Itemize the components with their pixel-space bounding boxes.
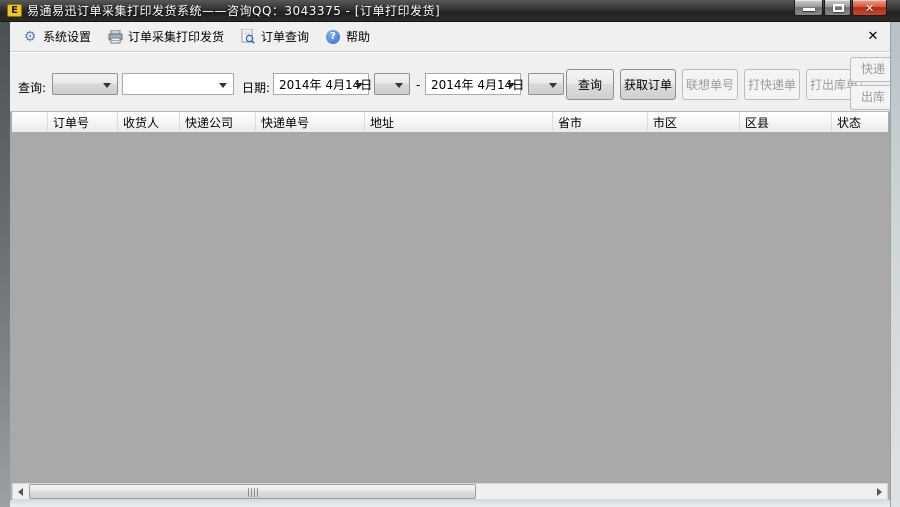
column-header[interactable]: 订单号 [48, 112, 118, 132]
express-side-button[interactable]: 快递 [850, 57, 890, 82]
window-controls: ✕ [793, 0, 887, 16]
arrow-right-icon [877, 488, 882, 496]
maximize-icon [833, 4, 844, 12]
table-header: 订单号 收货人 快递公司 快递单号 地址 省市 市区 区县 状态 [12, 112, 888, 132]
mdi-close-button[interactable]: ✕ [864, 28, 882, 46]
window-border-right [890, 22, 900, 507]
associate-number-button[interactable]: 联想单号 [682, 69, 738, 100]
client-area: ⚙ 系统设置 订单采集打印发货 订单查询 ? 帮助 ✕ 查询: 日期: 2014… [10, 22, 890, 500]
menu-item-order-collect-print-ship[interactable]: 订单采集打印发货 [101, 24, 234, 49]
query-label: 查询: [18, 81, 47, 95]
column-header[interactable]: 地址 [365, 112, 553, 132]
title-bar: E 易通易迅订单采集打印发货系统——咨询QQ：3043375 - [订单打印发货… [0, 0, 900, 22]
search-button[interactable]: 查询 [566, 69, 614, 100]
date-label: 日期: [242, 81, 271, 95]
column-header[interactable]: 快递单号 [256, 112, 365, 132]
query-type-dropdown[interactable] [52, 73, 118, 95]
chevron-down-icon [549, 83, 557, 88]
column-header[interactable]: 收货人 [118, 112, 180, 132]
scroll-right-button[interactable] [871, 484, 887, 499]
column-header[interactable]: 市区 [648, 112, 740, 132]
chevron-down-icon [395, 83, 403, 88]
chevron-down-icon [103, 83, 111, 88]
menu-item-label: 帮助 [346, 30, 371, 44]
menu-bar: ⚙ 系统设置 订单采集打印发货 订单查询 ? 帮助 ✕ [10, 22, 890, 52]
time-from-dropdown[interactable] [374, 73, 410, 95]
fetch-orders-button[interactable]: 获取订单 [620, 69, 676, 100]
maximize-button[interactable] [824, 0, 851, 16]
minimize-button[interactable] [794, 0, 823, 16]
column-header[interactable] [12, 112, 48, 132]
help-icon: ? [326, 29, 341, 44]
date-from-picker[interactable]: 2014年 4月14日 [273, 73, 372, 95]
arrow-left-icon [18, 488, 23, 496]
menu-item-system-settings[interactable]: ⚙ 系统设置 [16, 24, 101, 49]
column-header[interactable]: 快递公司 [180, 112, 256, 132]
side-buttons: 快递 出库 [850, 57, 890, 111]
scrollbar-track[interactable] [29, 484, 871, 499]
time-to-dropdown[interactable] [528, 73, 564, 95]
window-border-left [0, 22, 10, 507]
minimize-icon [803, 8, 815, 11]
menu-item-label: 订单采集打印发货 [128, 30, 225, 44]
app-window: E 易通易迅订单采集打印发货系统——咨询QQ：3043375 - [订单打印发货… [0, 0, 900, 507]
chevron-down-icon [507, 83, 515, 88]
window-border-bottom [10, 500, 890, 507]
search-document-icon [240, 29, 256, 45]
scrollbar-thumb[interactable] [29, 484, 476, 499]
range-separator: - [416, 78, 421, 92]
order-grid-empty-area [12, 132, 888, 483]
app-icon: E [7, 4, 22, 17]
chevron-down-icon [355, 83, 363, 88]
gears-icon: ⚙ [23, 28, 37, 45]
menu-item-label: 系统设置 [43, 30, 92, 44]
outbound-side-button[interactable]: 出库 [850, 85, 890, 110]
menu-item-order-query[interactable]: 订单查询 [234, 24, 319, 49]
printer-icon [107, 29, 123, 45]
menu-item-help[interactable]: ? 帮助 [319, 24, 380, 49]
window-title: 易通易迅订单采集打印发货系统——咨询QQ：3043375 - [订单打印发货] [27, 4, 441, 18]
query-value-dropdown[interactable] [122, 73, 234, 95]
close-icon: ✕ [865, 2, 875, 15]
date-to-picker[interactable]: 2014年 4月14日 [425, 73, 524, 95]
column-header[interactable]: 省市 [553, 112, 648, 132]
horizontal-scrollbar [12, 483, 888, 500]
toolbar: 查询: 日期: 2014年 4月14日 - 2014年 4月14日 查询 获取订… [10, 52, 890, 112]
chevron-down-icon [219, 83, 227, 88]
scrollbar-grip-icon [247, 488, 258, 497]
close-button[interactable]: ✕ [852, 0, 887, 16]
menu-item-label: 订单查询 [261, 30, 310, 44]
scroll-left-button[interactable] [13, 484, 29, 499]
column-header[interactable]: 区县 [740, 112, 832, 132]
column-header[interactable]: 状态 [832, 112, 888, 132]
print-express-button[interactable]: 打快递单 [744, 69, 800, 100]
